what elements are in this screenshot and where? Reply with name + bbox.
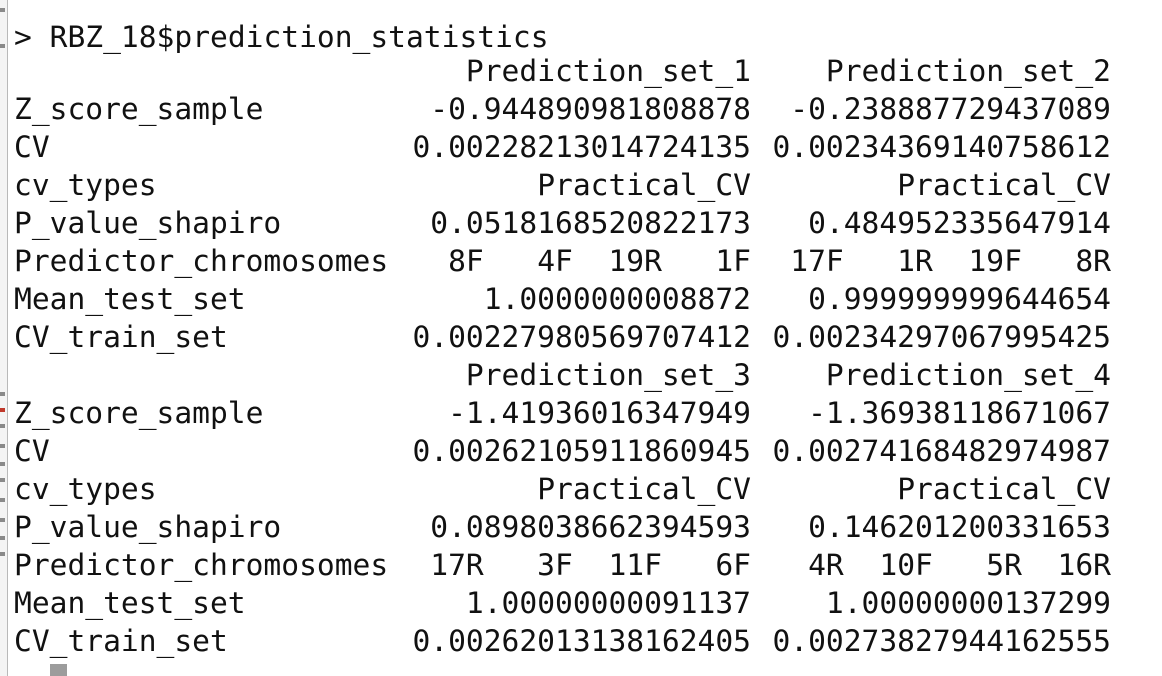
cell-value: 17R 3F 11F 6F bbox=[430, 548, 751, 582]
stat-row: Predictor_chromosomes 17R 3F 11F 6F 4R 1… bbox=[14, 546, 1154, 584]
column-header: Prediction_set_1 bbox=[465, 54, 751, 88]
r-console[interactable]: > > RBZ_18$prediction_statistics Predict… bbox=[0, 0, 1162, 676]
cell-value: 0.146201200331653 bbox=[808, 510, 1111, 544]
cell-value: -1.36938118671067 bbox=[808, 396, 1111, 430]
cell-value: 17F 1R 19F 8R bbox=[790, 244, 1111, 278]
stat-row: CV 0.00228213014724135 0.002343691407586… bbox=[14, 128, 1154, 166]
stat-row: CV 0.00262105911860945 0.002741684829749… bbox=[14, 432, 1154, 470]
cell-value: 0.00273827944162555 bbox=[772, 624, 1111, 658]
strip-mark bbox=[0, 552, 5, 556]
row-label: CV bbox=[14, 434, 50, 468]
cell-value: Practical_CV bbox=[897, 472, 1111, 506]
row-label: cv_types bbox=[14, 168, 157, 202]
row-label: P_value_shapiro bbox=[14, 206, 282, 240]
strip-mark bbox=[0, 518, 5, 522]
cell-value: Practical_CV bbox=[537, 472, 751, 506]
cell-value: 0.00227980569707412 bbox=[412, 320, 751, 354]
cell-value: 4R 10F 5R 16R bbox=[808, 548, 1111, 582]
cell-value: -0.944890981808878 bbox=[430, 92, 751, 126]
cell-value: Practical_CV bbox=[537, 168, 751, 202]
stat-row: Mean_test_set 1.0000000008872 0.99999999… bbox=[14, 280, 1154, 318]
cell-value: 0.999999999644654 bbox=[808, 282, 1111, 316]
stat-row: Mean_test_set 1.00000000091137 1.0000000… bbox=[14, 584, 1154, 622]
row-label: Predictor_chromosomes bbox=[14, 244, 389, 278]
cell-value: 8F 4F 19R 1F bbox=[448, 244, 751, 278]
row-label: CV_train_set bbox=[14, 320, 228, 354]
cell-value: 0.0518168520822173 bbox=[430, 206, 751, 240]
previous-prompt-line: > bbox=[14, 0, 1154, 14]
strip-mark bbox=[0, 536, 5, 540]
cell-value: 0.00274168482974987 bbox=[772, 434, 1111, 468]
stat-row: P_value_shapiro 0.0898038662394593 0.146… bbox=[14, 508, 1154, 546]
column-header: Prediction_set_4 bbox=[825, 358, 1111, 392]
cell-value: 0.00262105911860945 bbox=[412, 434, 751, 468]
cell-value: -1.41936016347949 bbox=[448, 396, 751, 430]
cell-value: Practical_CV bbox=[897, 168, 1111, 202]
column-header: Prediction_set_2 bbox=[825, 54, 1111, 88]
strip-mark bbox=[0, 498, 5, 502]
row-label: CV bbox=[14, 130, 50, 164]
column-header-row: Prediction_set_3 Prediction_set_4 bbox=[14, 356, 1154, 394]
strip-mark bbox=[0, 408, 5, 412]
cell-value: 0.00234297067995425 bbox=[772, 320, 1111, 354]
row-label: Predictor_chromosomes bbox=[14, 548, 389, 582]
strip-mark bbox=[0, 478, 5, 482]
input-cursor[interactable] bbox=[50, 664, 67, 676]
cell-value: 0.00234369140758612 bbox=[772, 130, 1111, 164]
stat-row: CV_train_set 0.00227980569707412 0.00234… bbox=[14, 318, 1154, 356]
row-label: Z_score_sample bbox=[14, 92, 264, 126]
row-label: cv_types bbox=[14, 472, 157, 506]
strip-mark bbox=[0, 8, 5, 12]
stat-row: CV_train_set 0.00262013138162405 0.00273… bbox=[14, 622, 1154, 660]
row-label: Mean_test_set bbox=[14, 282, 246, 316]
cell-value: 0.00228213014724135 bbox=[412, 130, 751, 164]
cell-value: 1.00000000137299 bbox=[825, 586, 1111, 620]
row-label: Z_score_sample bbox=[14, 396, 264, 430]
stat-row: cv_types Practical_CV Practical_CV bbox=[14, 470, 1154, 508]
row-label: Mean_test_set bbox=[14, 586, 246, 620]
command-line: > RBZ_18$prediction_statistics bbox=[14, 22, 1154, 52]
cell-value: 1.00000000091137 bbox=[465, 586, 751, 620]
prompt-symbol: > bbox=[14, 20, 32, 54]
stat-row: P_value_shapiro 0.0518168520822173 0.484… bbox=[14, 204, 1154, 242]
cell-value: 0.00262013138162405 bbox=[412, 624, 751, 658]
stat-row: Z_score_sample -1.41936016347949 -1.3693… bbox=[14, 394, 1154, 432]
column-header-row: Prediction_set_1 Prediction_set_2 bbox=[14, 52, 1154, 90]
strip-mark bbox=[0, 424, 5, 428]
cell-value: 0.484952335647914 bbox=[808, 206, 1111, 240]
strip-mark bbox=[0, 44, 5, 48]
row-label: P_value_shapiro bbox=[14, 510, 282, 544]
cell-value: 1.0000000008872 bbox=[483, 282, 751, 316]
strip-mark bbox=[0, 444, 5, 448]
left-panel-edge bbox=[0, 0, 8, 676]
strip-mark bbox=[0, 462, 5, 466]
cell-value: -0.238887729437089 bbox=[790, 92, 1111, 126]
cell-value: 0.0898038662394593 bbox=[430, 510, 751, 544]
strip-mark bbox=[0, 392, 5, 396]
command-text: RBZ_18$prediction_statistics bbox=[49, 20, 549, 54]
console-output: > > RBZ_18$prediction_statistics Predict… bbox=[14, 0, 1154, 660]
stat-row: Z_score_sample -0.944890981808878 -0.238… bbox=[14, 90, 1154, 128]
column-header: Prediction_set_3 bbox=[465, 358, 751, 392]
stat-row: cv_types Practical_CV Practical_CV bbox=[14, 166, 1154, 204]
stat-row: Predictor_chromosomes 8F 4F 19R 1F 17F 1… bbox=[14, 242, 1154, 280]
row-label: CV_train_set bbox=[14, 624, 228, 658]
